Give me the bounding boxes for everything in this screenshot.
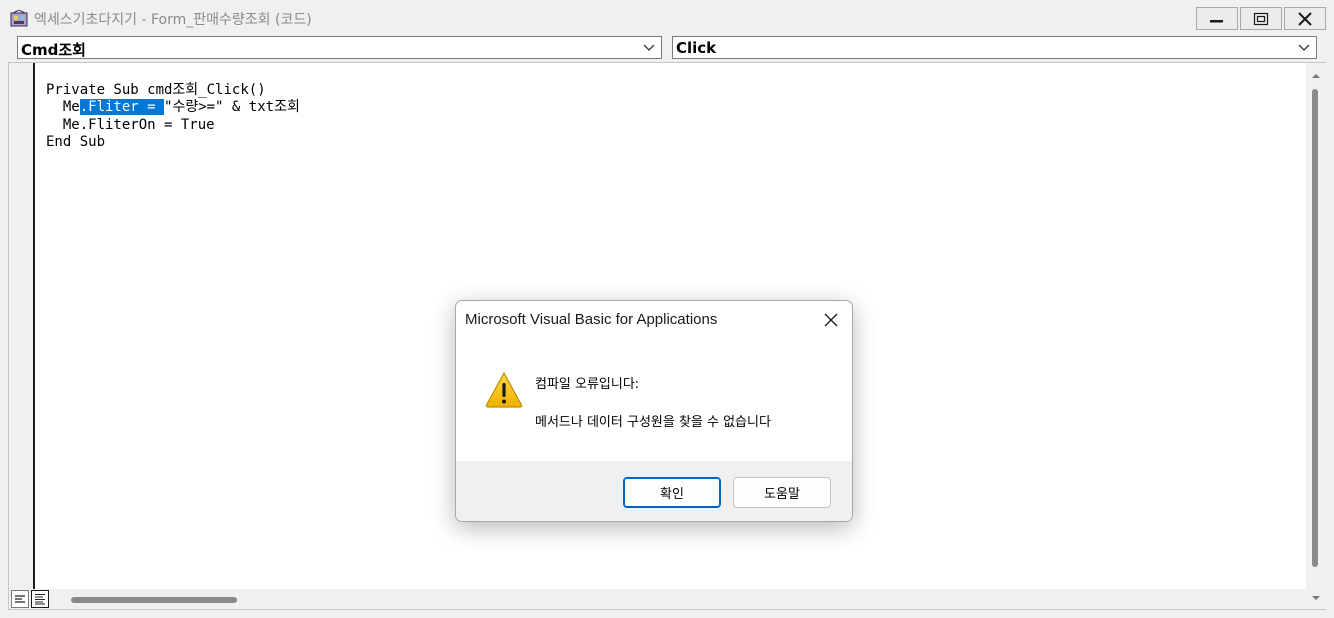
code-token: Me.FliterOn = True <box>46 116 215 133</box>
maximize-icon <box>1253 12 1269 25</box>
chevron-down-icon <box>643 44 655 51</box>
procedure-dropdown-value: Click <box>676 39 717 57</box>
title-bar: 엑세스기초다지기 - Form_판매수량조회 (코드) <box>0 0 1334 36</box>
full-module-view-button[interactable] <box>31 590 49 608</box>
procedure-view-button[interactable] <box>11 590 29 608</box>
code-line[interactable]: End Sub <box>46 134 300 151</box>
editor-bottom-bar <box>9 589 1306 609</box>
error-message-body: 메서드나 데이터 구성원을 찾을 수 없습니다 <box>535 415 771 430</box>
code-token: End Sub <box>46 133 106 150</box>
code-line[interactable]: Me.FliterOn = True <box>46 117 300 134</box>
full-module-view-icon <box>35 594 45 605</box>
code-token: Private Sub cmd조회_Click() <box>46 82 266 98</box>
selected-code-text: .Fliter = <box>79 99 165 116</box>
object-dropdown[interactable]: Cmd조회 <box>17 36 662 59</box>
vba-app-icon <box>10 10 28 27</box>
error-message-title: 컴파일 오류입니다: <box>535 377 640 392</box>
minimize-button[interactable] <box>1196 7 1238 30</box>
ok-button[interactable]: 확인 <box>623 477 721 508</box>
vertical-scroll-thumb[interactable] <box>1312 89 1318 567</box>
code-text[interactable]: Private Sub cmd조회_Click() Me.Fliter = "수… <box>46 82 300 151</box>
scroll-up-icon[interactable] <box>1311 73 1321 79</box>
procedure-dropdown[interactable]: Click <box>672 36 1317 59</box>
object-dropdown-value: Cmd조회 <box>21 41 86 59</box>
minimize-icon <box>1210 19 1223 22</box>
scroll-down-icon[interactable] <box>1311 595 1321 601</box>
help-button[interactable]: 도움말 <box>733 477 831 508</box>
close-icon <box>1298 11 1312 26</box>
dialog-title: Microsoft Visual Basic for Applications <box>465 311 718 328</box>
compile-error-dialog: Microsoft Visual Basic for Applications … <box>455 300 853 522</box>
code-token: Me <box>46 99 80 116</box>
code-line[interactable]: Me.Fliter = "수량>=" & txt조회 <box>46 99 300 116</box>
warning-icon <box>485 372 523 408</box>
dialog-close-button[interactable] <box>820 309 842 331</box>
vertical-scrollbar[interactable] <box>1306 63 1326 609</box>
window-title: 엑세스기초다지기 - Form_판매수량조회 (코드) <box>34 12 312 28</box>
dialog-body: 컴파일 오류입니다: 메서드나 데이터 구성원을 찾을 수 없습니다 <box>456 338 852 461</box>
close-icon <box>824 313 838 327</box>
close-button[interactable] <box>1284 7 1326 30</box>
margin-indicator-bar[interactable] <box>9 63 35 589</box>
code-token: "수량>=" & txt조회 <box>164 99 300 116</box>
procedure-view-icon <box>15 595 25 603</box>
maximize-button[interactable] <box>1240 7 1282 30</box>
code-line[interactable]: Private Sub cmd조회_Click() <box>46 82 300 99</box>
horizontal-scroll-thumb[interactable] <box>71 597 237 603</box>
dialog-footer: 확인 도움말 <box>456 461 852 521</box>
chevron-down-icon <box>1298 44 1310 51</box>
